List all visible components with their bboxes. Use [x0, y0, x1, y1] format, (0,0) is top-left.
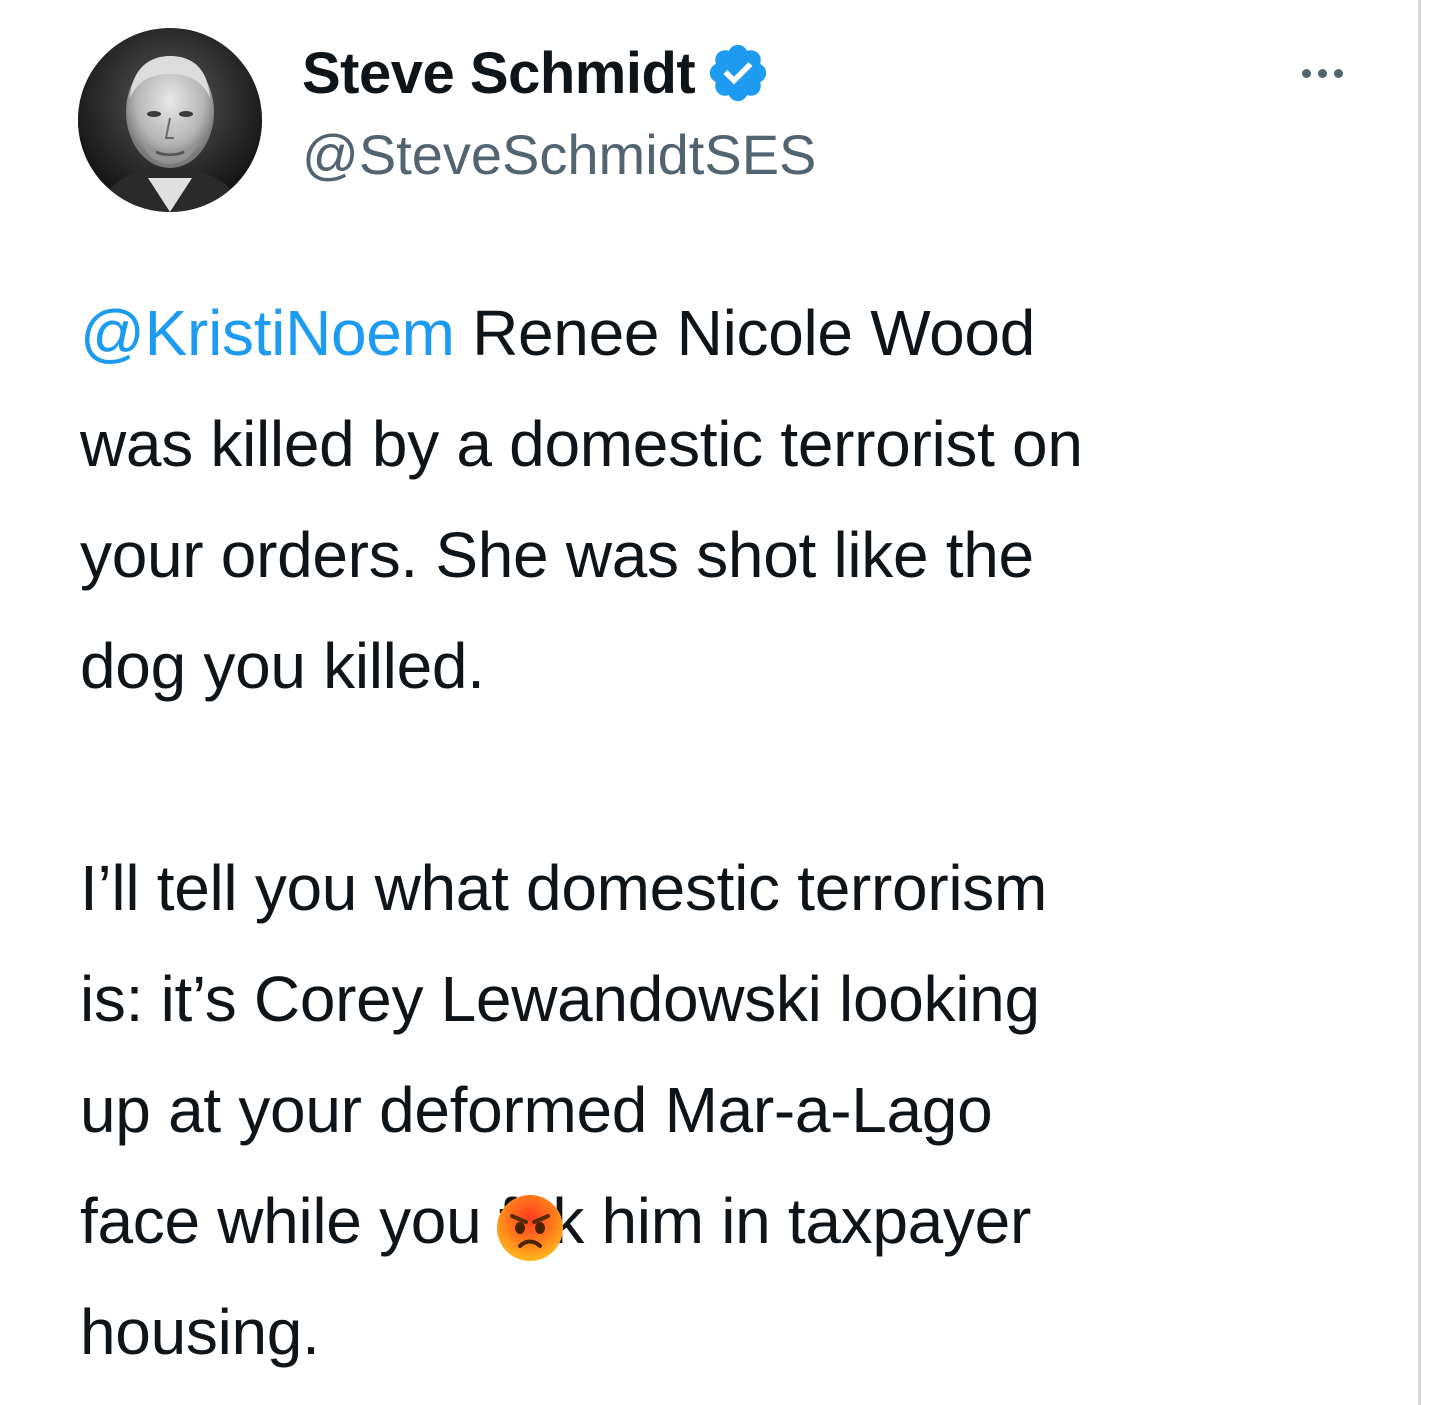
card-right-border [1418, 0, 1421, 1405]
mention-link[interactable]: @KristiNoem [80, 297, 455, 369]
tweet-paragraph-2: I’ll tell you what domestic terrorism is… [80, 833, 1380, 1388]
user-handle[interactable]: @SteveSchmidtSES [302, 122, 816, 187]
more-dot [1333, 68, 1343, 78]
author-block: Steve Schmidt @SteveSchmidtSES [302, 36, 816, 187]
more-dot [1317, 68, 1327, 78]
verified-badge-icon [705, 40, 771, 106]
more-options-icon[interactable] [1284, 58, 1360, 88]
avatar-photo [78, 28, 262, 212]
angry-face-emoji [494, 1195, 566, 1262]
display-name[interactable]: Steve Schmidt [302, 40, 696, 107]
tweet-paragraph-1: @KristiNoem Renee Nicole Wood was killed… [80, 278, 1380, 722]
tweet-text: @KristiNoem Renee Nicole Wood was killed… [80, 278, 1380, 1388]
avatar[interactable] [78, 28, 262, 212]
more-dot [1301, 68, 1311, 78]
